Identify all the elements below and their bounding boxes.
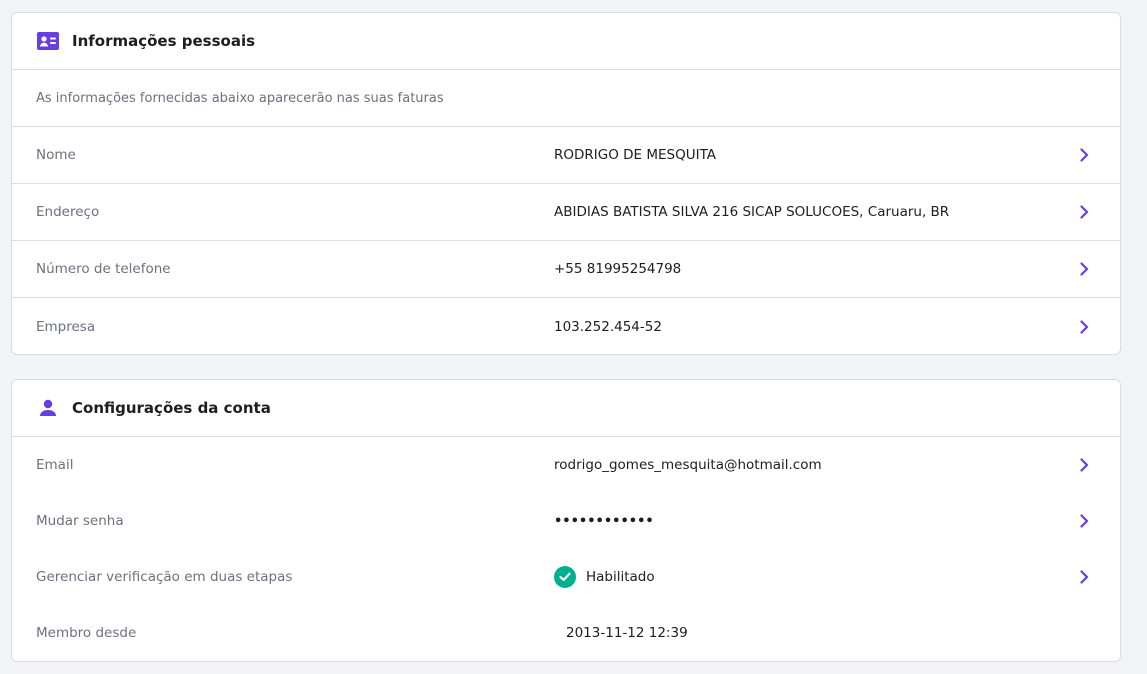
personal-info-subtitle: As informações fornecidas abaixo aparece… bbox=[12, 70, 1120, 127]
row-email[interactable]: Email rodrigo_gomes_mesquita@hotmail.com bbox=[12, 437, 1120, 493]
row-telefone[interactable]: Número de telefone +55 81995254798 bbox=[12, 241, 1120, 298]
row-label: Número de telefone bbox=[36, 261, 171, 277]
row-value: 103.252.454-52 bbox=[554, 318, 662, 335]
id-card-icon bbox=[36, 29, 60, 53]
row-nome[interactable]: Nome RODRIGO DE MESQUITA bbox=[12, 127, 1120, 184]
two-factor-status: Habilitado bbox=[554, 566, 655, 588]
row-mudar-senha[interactable]: Mudar senha •••••••••••• bbox=[12, 493, 1120, 549]
chevron-right-icon[interactable] bbox=[1076, 147, 1092, 163]
chevron-right-icon[interactable] bbox=[1076, 319, 1092, 335]
row-label: Endereço bbox=[36, 204, 100, 220]
row-empresa[interactable]: Empresa 103.252.454-52 bbox=[12, 298, 1120, 355]
chevron-right-icon[interactable] bbox=[1076, 261, 1092, 277]
row-label: Nome bbox=[36, 147, 76, 163]
chevron-right-icon[interactable] bbox=[1076, 513, 1092, 529]
row-value: ABIDIAS BATISTA SILVA 216 SICAP SOLUCOES… bbox=[554, 204, 950, 220]
row-value: +55 81995254798 bbox=[554, 261, 682, 277]
password-mask: •••••••••••• bbox=[554, 513, 654, 529]
user-icon bbox=[36, 396, 60, 420]
account-settings-header: Configurações da conta bbox=[12, 380, 1120, 437]
row-value: RODRIGO DE MESQUITA bbox=[554, 147, 717, 163]
personal-info-header: Informações pessoais bbox=[12, 13, 1120, 70]
chevron-right-icon[interactable] bbox=[1076, 457, 1092, 473]
status-text: Habilitado bbox=[586, 569, 655, 585]
chevron-right-icon[interactable] bbox=[1076, 569, 1092, 585]
member-since-value: 2013-11-12 12:39 bbox=[566, 625, 688, 641]
row-value: rodrigo_gomes_mesquita@hotmail.com bbox=[554, 457, 822, 473]
row-label: Mudar senha bbox=[36, 513, 124, 529]
row-label: Email bbox=[36, 457, 74, 473]
row-two-factor[interactable]: Gerenciar verificação em duas etapas Hab… bbox=[12, 549, 1120, 605]
check-circle-icon bbox=[554, 566, 576, 588]
personal-info-title: Informações pessoais bbox=[72, 32, 256, 50]
row-label: Gerenciar verificação em duas etapas bbox=[36, 569, 293, 585]
personal-info-card: Informações pessoais As informações forn… bbox=[11, 12, 1121, 355]
row-endereco[interactable]: Endereço ABIDIAS BATISTA SILVA 216 SICAP… bbox=[12, 184, 1120, 241]
account-settings-title: Configurações da conta bbox=[72, 399, 271, 417]
account-settings-card: Configurações da conta Email rodrigo_gom… bbox=[11, 379, 1121, 662]
row-label: Membro desde bbox=[36, 625, 137, 641]
row-membro-desde: Membro desde 2013-11-12 12:39 bbox=[12, 605, 1120, 661]
chevron-right-icon[interactable] bbox=[1076, 204, 1092, 220]
row-label: Empresa bbox=[36, 318, 96, 335]
